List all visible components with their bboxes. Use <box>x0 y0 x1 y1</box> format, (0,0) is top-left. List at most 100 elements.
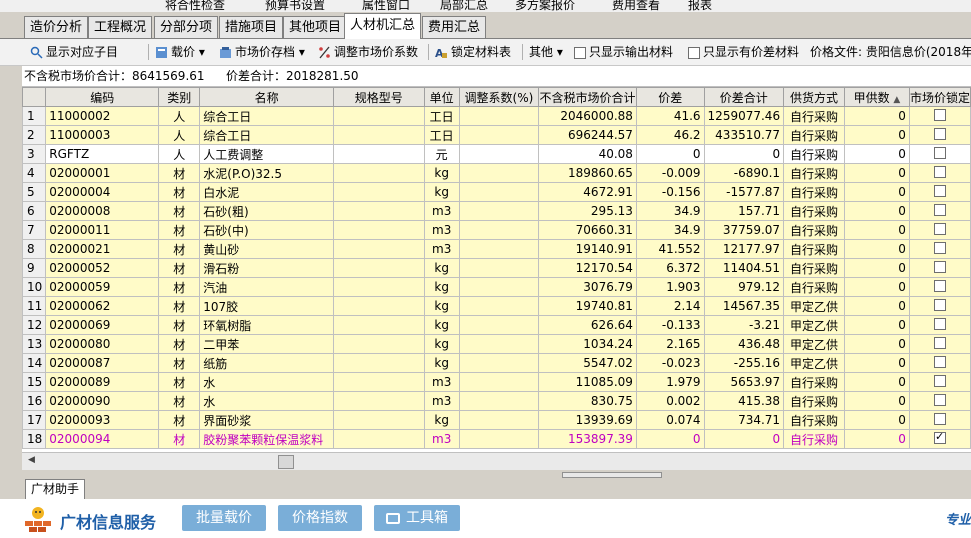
cell-price-lock[interactable] <box>908 277 971 297</box>
row-number[interactable]: 14 <box>22 353 47 373</box>
price-lock-checkbox[interactable] <box>933 241 946 254</box>
tab-sub-items[interactable]: 分部分项 <box>154 16 219 38</box>
cell-unit[interactable]: kg <box>423 334 460 354</box>
cell-name[interactable]: 滑石粉 <box>199 258 335 278</box>
cell-diff[interactable]: 0 <box>635 144 705 164</box>
cell-market-total[interactable]: 830.75 <box>538 391 637 411</box>
row-number[interactable]: 8 <box>22 239 47 259</box>
cell-diff[interactable]: 2.165 <box>635 334 705 354</box>
col-header-diff[interactable]: 价差 <box>635 87 705 107</box>
cell-diff-total[interactable]: 1259077.46 <box>703 106 785 126</box>
tab-labor-material-summary[interactable]: 人材机汇总 <box>344 13 422 39</box>
cell-supply[interactable]: 甲定乙供 <box>783 334 845 354</box>
cell-name[interactable]: 水 <box>199 391 335 411</box>
cell-diff[interactable]: -0.009 <box>635 163 705 183</box>
top-menu-item[interactable]: 将合性检查 <box>165 0 225 12</box>
cell-diff-total[interactable]: 37759.07 <box>703 220 785 240</box>
cell-jia-qty[interactable]: 0 <box>844 106 910 126</box>
cell-spec[interactable] <box>333 372 425 392</box>
cell-price-lock[interactable] <box>908 315 971 335</box>
cell-code[interactable]: 02000052 <box>45 258 160 278</box>
cell-diff-total[interactable]: 436.48 <box>703 334 785 354</box>
cell-diff-total[interactable]: 5653.97 <box>703 372 785 392</box>
cell-market-total[interactable]: 70660.31 <box>538 220 637 240</box>
table-row[interactable]: 4 02000001 材水泥(P.O)32.5 kg 189860.65 -0.009 -6… <box>22 163 971 183</box>
col-header-market-total[interactable]: 不含税市场价合计 <box>538 87 637 107</box>
cell-supply[interactable]: 自行采购 <box>783 106 845 126</box>
row-number[interactable]: 5 <box>22 182 47 202</box>
cell-unit[interactable]: kg <box>423 182 460 202</box>
top-menu-item[interactable]: 预算书设置 <box>265 0 325 12</box>
cell-price-lock[interactable] <box>908 353 971 373</box>
cell-diff-total[interactable]: 0 <box>703 144 785 164</box>
scrollbar-thumb[interactable] <box>278 455 294 469</box>
cell-spec[interactable] <box>333 106 425 126</box>
cell-coef[interactable] <box>458 144 540 164</box>
table-row[interactable]: 16 02000090 材水 m3 830.75 0.002 415.38 自行采购 0 <box>22 391 971 411</box>
cell-diff[interactable]: -0.156 <box>635 182 705 202</box>
cell-price-lock[interactable] <box>908 258 971 278</box>
market-price-archive-button[interactable]: 市场价存档 ▾ <box>219 43 305 61</box>
cell-diff-total[interactable]: 734.71 <box>703 410 785 430</box>
price-lock-checkbox[interactable] <box>933 393 946 406</box>
lock-material-table-button[interactable]: A 锁定材料表 <box>435 43 511 61</box>
cell-supply[interactable]: 自行采购 <box>783 163 845 183</box>
cell-price-lock[interactable] <box>908 201 971 221</box>
cell-supply[interactable]: 甲定乙供 <box>783 296 845 316</box>
only-diff-materials-checkbox[interactable]: 只显示有价差材料 <box>688 43 799 61</box>
cell-market-total[interactable]: 189860.65 <box>538 163 637 183</box>
cell-coef[interactable] <box>458 315 540 335</box>
panel-splitter[interactable] <box>22 470 971 478</box>
cell-diff-total[interactable]: 415.38 <box>703 391 785 411</box>
cell-coef[interactable] <box>458 410 540 430</box>
cell-diff-total[interactable]: 433510.77 <box>703 125 785 145</box>
horizontal-scrollbar[interactable]: ◀ <box>22 452 971 470</box>
cell-jia-qty[interactable]: 0 <box>844 125 910 145</box>
cell-diff-total[interactable]: 979.12 <box>703 277 785 297</box>
cell-spec[interactable] <box>333 144 425 164</box>
cell-unit[interactable]: 元 <box>423 144 460 164</box>
cell-jia-qty[interactable]: 0 <box>844 391 910 411</box>
table-row[interactable]: 2 11000003 人综合工日 工日 696244.57 46.2 433510.77 自行… <box>22 125 971 145</box>
cell-coef[interactable] <box>458 239 540 259</box>
cell-code[interactable]: 02000004 <box>45 182 160 202</box>
cell-supply[interactable]: 自行采购 <box>783 144 845 164</box>
cell-type[interactable]: 材 <box>158 410 201 430</box>
price-lock-checkbox[interactable] <box>933 203 946 216</box>
cell-diff[interactable]: 1.903 <box>635 277 705 297</box>
cell-market-total[interactable]: 5547.02 <box>538 353 637 373</box>
cell-code[interactable]: 02000080 <box>45 334 160 354</box>
cell-name[interactable]: 白水泥 <box>199 182 335 202</box>
cell-diff-total[interactable]: 14567.35 <box>703 296 785 316</box>
cell-type[interactable]: 材 <box>158 220 201 240</box>
cell-unit[interactable]: m3 <box>423 429 460 449</box>
cell-diff-total[interactable]: 11404.51 <box>703 258 785 278</box>
cell-jia-qty[interactable]: 0 <box>844 220 910 240</box>
table-row[interactable]: 10 02000059 材汽油 kg 3076.79 1.903 979.12 自行采购 0 <box>22 277 971 297</box>
price-lock-checkbox[interactable] <box>933 298 946 311</box>
table-row[interactable]: 6 02000008 材石砂(粗) m3 295.13 34.9 157.71 自行采购 0 <box>22 201 971 221</box>
cell-diff[interactable]: 0.074 <box>635 410 705 430</box>
cell-spec[interactable] <box>333 201 425 221</box>
row-number[interactable]: 4 <box>22 163 47 183</box>
cell-jia-qty[interactable]: 0 <box>844 182 910 202</box>
cell-supply[interactable]: 自行采购 <box>783 201 845 221</box>
col-header-price-lock[interactable]: 市场价锁定 <box>908 87 971 107</box>
cell-jia-qty[interactable]: 0 <box>844 315 910 335</box>
cell-coef[interactable] <box>458 277 540 297</box>
cell-code[interactable]: 02000089 <box>45 372 160 392</box>
cell-spec[interactable] <box>333 353 425 373</box>
cell-name[interactable]: 胶粉聚苯颗粒保温浆料 <box>199 429 335 449</box>
price-lock-checkbox[interactable] <box>933 146 946 159</box>
table-row[interactable]: 13 02000080 材二甲苯 kg 1034.24 2.165 436.48 甲定乙供 0 <box>22 334 971 354</box>
cell-price-lock[interactable] <box>908 182 971 202</box>
cell-market-total[interactable]: 11085.09 <box>538 372 637 392</box>
cell-diff[interactable]: 2.14 <box>635 296 705 316</box>
cell-code[interactable]: 02000093 <box>45 410 160 430</box>
cell-coef[interactable] <box>458 391 540 411</box>
cell-type[interactable]: 人 <box>158 144 201 164</box>
table-row[interactable]: 8 02000021 材黄山砂 m3 19140.91 41.552 12177.97 自行采… <box>22 239 971 259</box>
splitter-grip[interactable] <box>562 472 662 478</box>
cell-coef[interactable] <box>458 201 540 221</box>
cell-coef[interactable] <box>458 220 540 240</box>
